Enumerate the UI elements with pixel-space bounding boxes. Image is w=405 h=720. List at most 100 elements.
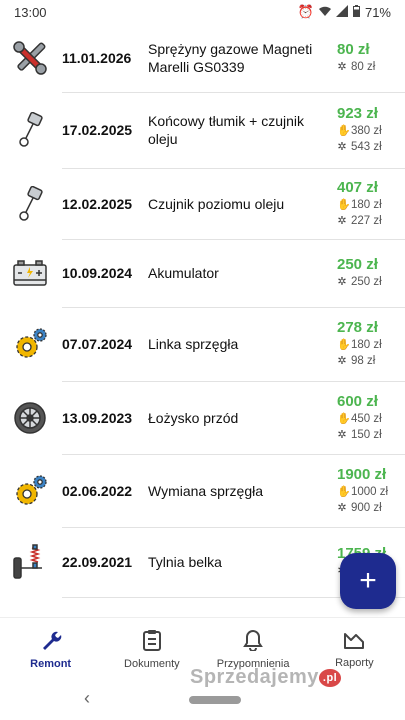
home-pill[interactable] [189, 696, 241, 704]
hand-icon: ✋ [337, 339, 351, 351]
tab-label: Remont [30, 657, 72, 670]
parts-cost-line: ✲ 543 zł [337, 139, 405, 155]
repair-description: Łożysko przód [148, 409, 239, 426]
list-item[interactable]: 17.02.2025 Końcowy tłumik + czujnik olej… [0, 92, 405, 169]
plus-icon: + [359, 564, 377, 597]
labor-cost-line: ✋ 1000 zł [337, 484, 405, 500]
labor-cost-line: ✋ 380 zł [337, 123, 405, 139]
wheel-icon [4, 401, 56, 435]
parts-cost-line: ✲ 98 zł [337, 353, 405, 369]
parts-cost: 80 zł [351, 61, 376, 73]
piston-icon [4, 185, 56, 222]
labor-cost-line: ✋ 180 zł [337, 337, 405, 353]
cost-block: 250 zł ✲ 250 zł [337, 256, 405, 290]
cost-block: 1900 zł ✋ 1000 zł ✲ 900 zł [337, 466, 405, 516]
cost-block: 80 zł ✲ 80 zł [337, 41, 405, 75]
repair-date: 12.02.2025 [62, 195, 133, 212]
clock: 13:00 [14, 4, 47, 20]
watermark-logo: Sprzedajemy .pl [190, 666, 342, 689]
parts-cost: 900 zł [351, 501, 382, 514]
wrench-icon [40, 629, 62, 654]
alarm-icon: ⏰ [297, 4, 314, 19]
gears-icon [4, 326, 56, 362]
total-cost: 407 zł [337, 178, 378, 196]
total-cost: 1900 zł [337, 465, 387, 483]
hand-icon: ✋ [337, 412, 351, 425]
piston-icon [4, 112, 56, 148]
cost-block: 278 zł ✋ 180 zł ✲ 98 zł [337, 319, 405, 369]
gears-icon [4, 473, 56, 509]
repair-date: 17.02.2025 [62, 122, 133, 138]
gear-small-icon: ✲ [337, 61, 347, 73]
wrench-screwdriver-icon [4, 41, 56, 75]
list-item[interactable]: 12.02.2025 Czujnik poziomu oleju 407 zł … [0, 168, 405, 240]
parts-cost-line: ✲ 150 zł [337, 427, 405, 443]
bell-icon [243, 629, 263, 654]
back-icon[interactable]: ‹ [84, 688, 90, 709]
cost-block: 923 zł ✋ 380 zł ✲ 543 zł [337, 105, 405, 155]
labor-cost: 380 zł [351, 125, 382, 137]
wifi-icon [318, 5, 331, 20]
parts-cost-line: ✲ 227 zł [337, 213, 405, 229]
chart-icon [343, 630, 365, 653]
total-cost: 80 zł [337, 41, 370, 58]
status-bar: 13:00 ⏰ 71% [0, 0, 405, 24]
total-cost: 250 zł [337, 256, 378, 273]
repair-date: 02.06.2022 [62, 482, 133, 499]
parts-cost: 150 zł [351, 428, 382, 441]
parts-cost-line: ✲ 250 zł [337, 274, 405, 290]
tab-dokumenty[interactable]: Dokumenty [101, 618, 202, 680]
repair-date: 11.01.2026 [62, 50, 132, 66]
gear-small-icon: ✲ [337, 501, 347, 514]
labor-cost-line: ✋ 180 zł [337, 197, 405, 213]
gear-small-icon: ✲ [337, 355, 347, 367]
signal-icon [335, 4, 348, 20]
gear-small-icon: ✲ [337, 428, 347, 441]
labor-cost: 1000 zł [351, 485, 389, 498]
total-cost: 278 zł [337, 319, 378, 336]
parts-cost: 543 zł [351, 141, 382, 153]
parts-cost-line: ✲ 900 zł [337, 500, 405, 516]
repair-date: 13.09.2023 [62, 409, 133, 426]
hand-icon: ✋ [337, 198, 351, 211]
repair-date: 07.07.2024 [62, 336, 133, 352]
list-item[interactable]: 07.07.2024 Linka sprzęgła 278 zł ✋ 180 zł… [0, 307, 405, 382]
gear-small-icon: ✲ [337, 141, 347, 153]
labor-cost-line: ✋ 450 zł [337, 411, 405, 427]
total-cost: 923 zł [337, 105, 378, 122]
battery-icon [4, 259, 56, 287]
add-repair-button[interactable]: + [340, 553, 396, 609]
hand-icon: ✋ [337, 485, 351, 498]
list-item[interactable]: 11.01.2026 Sprężyny gazowe Magneti Marel… [0, 24, 405, 93]
repair-description: Czujnik poziomu oleju [148, 195, 285, 212]
parts-cost-line: ✲ 80 zł [337, 59, 405, 75]
repair-list: 11.01.2026 Sprężyny gazowe Magneti Marel… [0, 24, 405, 598]
labor-cost: 450 zł [351, 412, 382, 425]
list-item[interactable]: 02.06.2022 Wymiana sprzęgła 1900 zł ✋ 100… [0, 454, 405, 528]
parts-cost: 250 zł [351, 276, 382, 288]
hand-icon: ✋ [337, 125, 351, 137]
repair-description: Wymiana sprzęgła [148, 482, 264, 499]
clipboard-icon [142, 629, 162, 654]
repair-description: Końcowy tłumik + czujnik oleju [148, 113, 305, 147]
parts-cost: 98 zł [351, 355, 376, 367]
list-item[interactable]: 13.09.2023 Łożysko przód 600 zł ✋ 450 zł … [0, 381, 405, 455]
repair-description: Akumulator [148, 265, 219, 281]
labor-cost: 180 zł [351, 198, 382, 211]
repair-description: Tylnia belka [148, 554, 222, 570]
tab-label: Dokumenty [124, 657, 180, 670]
repair-date: 10.09.2024 [62, 265, 133, 281]
gear-small-icon: ✲ [337, 214, 347, 227]
repair-description: Sprężyny gazowe Magneti Marelli GS0339 [148, 41, 313, 75]
list-item[interactable]: 10.09.2024 Akumulator 250 zł ✲ 250 zł [0, 239, 405, 308]
cost-block: 600 zł ✋ 450 zł ✲ 150 zł [337, 393, 405, 443]
status-icons: ⏰ 71% [298, 4, 391, 20]
battery-status-icon [352, 4, 360, 20]
suspension-icon [4, 544, 56, 580]
total-cost: 600 zł [337, 392, 378, 410]
labor-cost: 180 zł [351, 339, 382, 351]
battery-percent: 71% [364, 4, 391, 20]
repair-description: Linka sprzęgła [148, 336, 239, 352]
tab-remont[interactable]: Remont [0, 618, 101, 680]
cost-block: 407 zł ✋ 180 zł ✲ 227 zł [337, 179, 405, 229]
